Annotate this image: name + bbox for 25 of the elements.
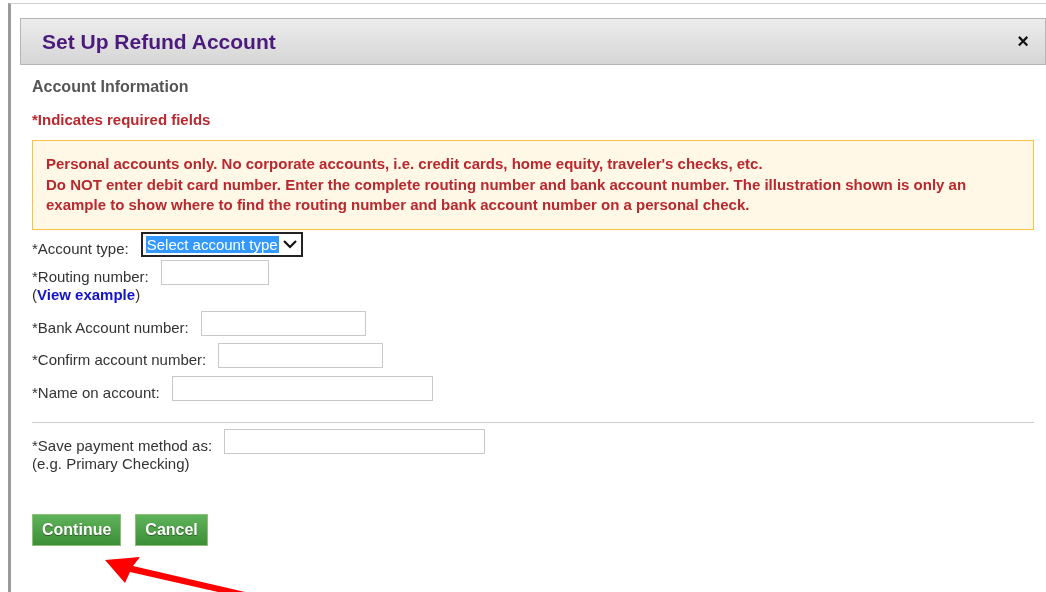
view-example-link[interactable]: View example (37, 285, 136, 303)
field-label: *Confirm account number: (32, 350, 207, 369)
parenthesis-text: ) (135, 285, 141, 303)
chevron-icon (281, 238, 298, 250)
field-label: *Bank Account number: (32, 318, 189, 337)
field-label: *Save payment method as: (32, 436, 213, 455)
account-type-select[interactable]: Select account type (140, 231, 303, 257)
required-note: *Indicates required fields (32, 111, 212, 128)
field-hint: (e.g. Primary Checking) (32, 454, 191, 473)
section-title: Account Information (32, 78, 190, 96)
notice-text: Personal accounts only. No corporate accounts, i.e. credit cards, home equity, traveler's checks, etc. (46, 154, 764, 174)
close-button[interactable]: × (1015, 30, 1031, 53)
field-label: *Routing number: (32, 267, 149, 286)
input-field[interactable] (200, 310, 366, 336)
field-label: *Account type: (32, 239, 129, 258)
cancel-button[interactable]: Cancel (135, 513, 208, 546)
dialog-title: Set Up Refund Account (42, 29, 276, 54)
input-field[interactable] (218, 342, 384, 368)
input-field[interactable] (160, 259, 269, 285)
continue-button[interactable]: Continue (32, 513, 122, 546)
notice-text: Do NOT enter debit card number. Enter the complete routing number and bank account number. The illustration shown is only an example to show where to find the routing number and bank account number on a personal check. (46, 174, 968, 215)
input-field[interactable] (224, 428, 486, 454)
input-field[interactable] (171, 375, 433, 401)
field-label: *Name on account: (32, 383, 160, 402)
parenthesis-text: ( (32, 285, 37, 303)
